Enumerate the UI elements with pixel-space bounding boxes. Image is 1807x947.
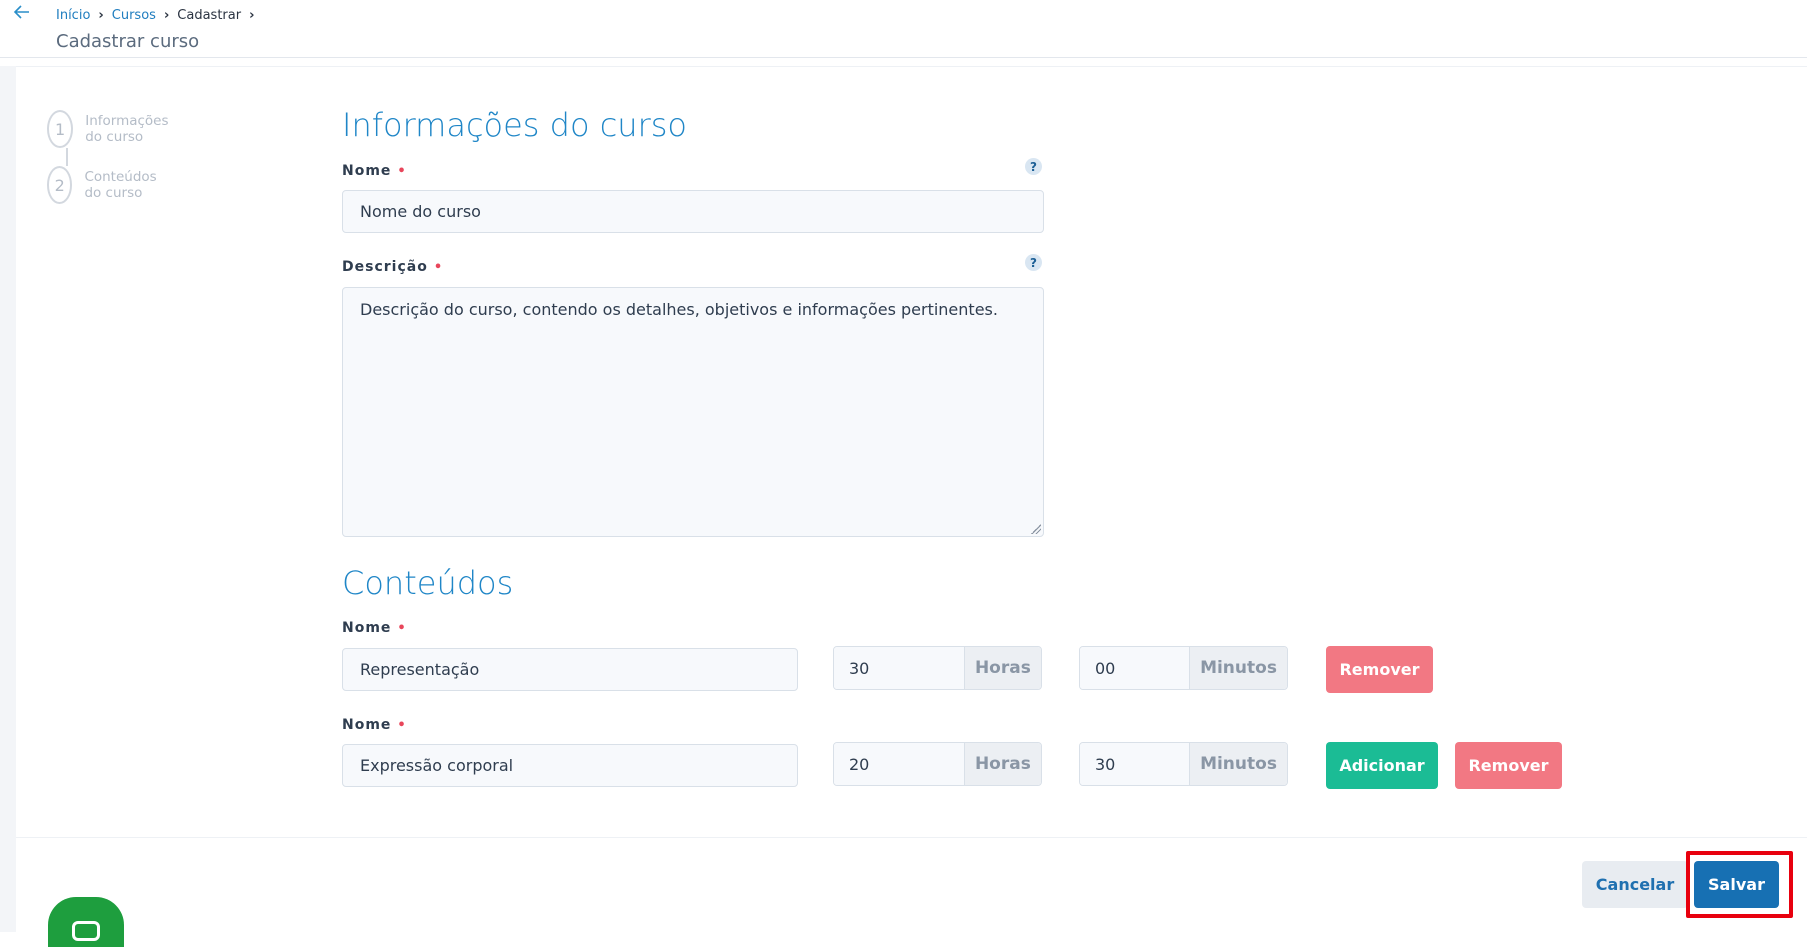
required-mark: • bbox=[397, 718, 407, 733]
required-mark: • bbox=[397, 621, 407, 636]
minutes-input[interactable]: 30 bbox=[1080, 743, 1190, 785]
step-informacoes[interactable]: 1 Informações do curso bbox=[47, 110, 180, 148]
name-label: Nome • bbox=[342, 163, 407, 179]
breadcrumb-inicio[interactable]: Início bbox=[56, 8, 90, 23]
section-title-contents: Conteúdos bbox=[342, 564, 514, 602]
hours-input[interactable]: 30 bbox=[834, 647, 964, 689]
add-content-button[interactable]: Adicionar bbox=[1326, 742, 1438, 789]
help-icon[interactable]: ? bbox=[1025, 158, 1042, 175]
top-bar: Início › Cursos › Cadastrar › Cadastrar … bbox=[0, 0, 1807, 58]
cancel-button[interactable]: Cancelar bbox=[1582, 861, 1688, 908]
content-name-label-text: Nome bbox=[342, 620, 392, 636]
minutes-input[interactable]: 00 bbox=[1080, 647, 1190, 689]
breadcrumb-cursos[interactable]: Cursos bbox=[112, 8, 156, 23]
description-text: Descrição do curso, contendo os detalhes… bbox=[360, 300, 998, 319]
chat-widget[interactable] bbox=[48, 897, 124, 947]
hours-input[interactable]: 20 bbox=[834, 743, 964, 785]
minutes-input-group: 30 Minutos bbox=[1079, 742, 1288, 786]
hours-addon: Horas bbox=[963, 743, 1041, 785]
step-number: 2 bbox=[47, 166, 73, 204]
required-mark: • bbox=[397, 164, 407, 179]
breadcrumb-cadastrar: Cadastrar bbox=[177, 8, 242, 23]
remove-content-button[interactable]: Remover bbox=[1455, 742, 1562, 789]
chat-icon bbox=[72, 921, 100, 941]
footer-divider bbox=[16, 837, 1807, 838]
content-name-label: Nome • bbox=[342, 717, 407, 733]
back-arrow-icon[interactable] bbox=[12, 2, 36, 26]
section-title-info: Informações do curso bbox=[342, 106, 687, 144]
chevron-right-icon: › bbox=[163, 8, 170, 23]
chevron-right-icon: › bbox=[249, 8, 255, 23]
hours-input-group: 20 Horas bbox=[833, 742, 1042, 786]
breadcrumb: Início › Cursos › Cadastrar › bbox=[56, 8, 254, 23]
description-label-text: Descrição bbox=[342, 259, 428, 275]
page-title: Cadastrar curso bbox=[56, 31, 200, 52]
resize-handle[interactable] bbox=[1031, 524, 1041, 534]
save-button[interactable]: Salvar bbox=[1694, 861, 1779, 908]
content-name-label: Nome • bbox=[342, 620, 407, 636]
content-name-label-text: Nome bbox=[342, 717, 392, 733]
name-label-text: Nome bbox=[342, 163, 392, 179]
step-label: Informações do curso bbox=[85, 113, 169, 145]
course-name-input[interactable]: Nome do curso bbox=[342, 190, 1044, 233]
content-name-input[interactable]: Expressão corporal bbox=[342, 744, 798, 787]
step-number: 1 bbox=[47, 110, 74, 148]
hours-addon: Horas bbox=[963, 647, 1041, 689]
remove-content-button[interactable]: Remover bbox=[1326, 646, 1433, 693]
divider bbox=[16, 66, 1807, 67]
content-name-input[interactable]: Representação bbox=[342, 648, 798, 691]
minutes-addon: Minutos bbox=[1189, 743, 1287, 785]
step-conteudos[interactable]: 2 Conteúdos do curso bbox=[47, 166, 169, 204]
minutes-input-group: 00 Minutos bbox=[1079, 646, 1288, 690]
description-label: Descrição • bbox=[342, 259, 443, 275]
left-panel-edge bbox=[0, 66, 16, 932]
step-label: Conteúdos do curso bbox=[84, 169, 157, 201]
help-icon[interactable]: ? bbox=[1025, 254, 1042, 271]
chevron-right-icon: › bbox=[98, 8, 104, 23]
required-mark: • bbox=[433, 260, 444, 275]
minutes-addon: Minutos bbox=[1189, 647, 1287, 689]
step-connector bbox=[66, 148, 68, 166]
course-description-textarea[interactable]: Descrição do curso, contendo os detalhes… bbox=[342, 287, 1044, 537]
hours-input-group: 30 Horas bbox=[833, 646, 1042, 690]
